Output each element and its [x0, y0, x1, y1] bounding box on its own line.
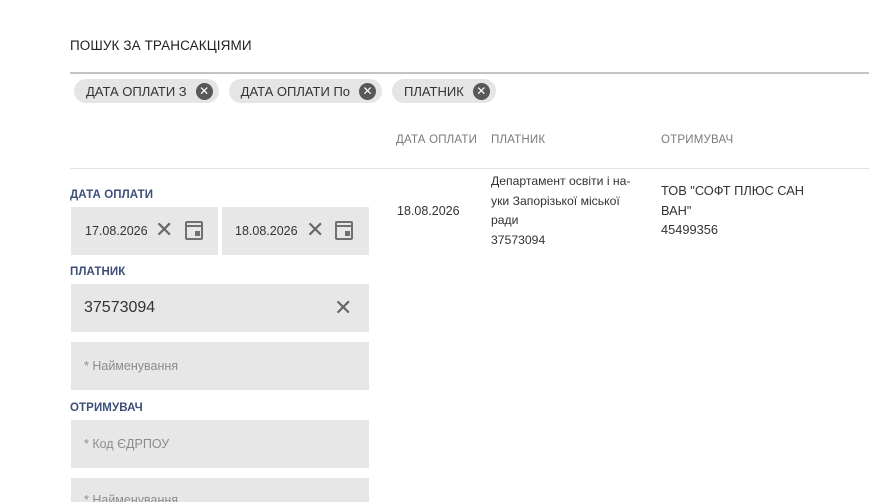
recipient-name-field[interactable]: * Найменування [71, 478, 369, 502]
payer-name-placeholder: * Найменування [84, 359, 179, 373]
close-circle-icon[interactable]: ✕ [195, 82, 213, 100]
column-header-date[interactable]: ДАТА ОПЛАТИ [396, 134, 477, 146]
payer-code: 37573094 [491, 232, 546, 247]
payer-code-field[interactable]: 37573094 [71, 284, 369, 332]
row-payment-date: 18.08.2026 [397, 204, 460, 218]
filter-chip-date-to[interactable]: ДАТА ОПЛАТИ По ✕ [228, 79, 383, 103]
calendar-icon[interactable] [335, 221, 353, 240]
payer-name-line: Департамент освіти і на- [491, 174, 631, 188]
payer-name-field[interactable]: * Найменування [71, 342, 369, 390]
close-icon[interactable]: ✕ [306, 218, 324, 242]
filter-chip-payer[interactable]: ПЛАТНИК ✕ [392, 79, 496, 103]
filter-chip-label: ПЛАТНИК [404, 83, 464, 99]
filter-chip-label: ДАТА ОПЛАТИ По [240, 83, 351, 99]
date-to-value: 18.08.2026 [235, 224, 298, 238]
recipient-name-placeholder: * Найменування [84, 493, 179, 502]
close-icon[interactable]: ✕ [155, 218, 173, 242]
column-header-recipient[interactable]: ОТРИМУВАЧ [661, 134, 733, 146]
recipient-name-line: ТОВ "СОФТ ПЛЮС САН [661, 183, 805, 198]
payment-date-label: ДАТА ОПЛАТИ [70, 189, 154, 201]
recipient-code-placeholder: * Код ЄДРПОУ [84, 437, 170, 451]
row-recipient: ТОВ "СОФТ ПЛЮС САН ВАН" 45499356 [661, 181, 831, 240]
payer-code-value: 37573094 [84, 299, 156, 316]
row-payer: Департамент освіти і на- уки Запорізької… [491, 172, 653, 250]
filter-chip-date-from[interactable]: ДАТА ОПЛАТИ З ✕ [74, 79, 219, 103]
filter-chip-label: ДАТА ОПЛАТИ З [86, 83, 187, 99]
close-circle-icon[interactable]: ✕ [472, 82, 490, 100]
close-icon[interactable]: ✕ [334, 296, 352, 320]
page-title: ПОШУК ЗА ТРАНСАКЦІЯМИ [70, 38, 252, 53]
close-circle-icon[interactable]: ✕ [359, 82, 377, 100]
recipient-name-line: ВАН" [661, 202, 692, 218]
payer-name-line: уки Запорізької міської [491, 193, 620, 208]
table-header-divider [386, 168, 869, 169]
calendar-icon[interactable] [185, 221, 203, 240]
recipient-code-field[interactable]: * Код ЄДРПОУ [71, 420, 369, 468]
title-divider [70, 72, 869, 74]
filters-divider [70, 168, 386, 169]
payer-label: ПЛАТНИК [70, 266, 126, 278]
date-from-value: 17.08.2026 [85, 224, 148, 238]
recipient-label: ОТРИМУВАЧ [70, 402, 143, 414]
recipient-code: 45499356 [661, 222, 718, 237]
active-filter-chips: ДАТА ОПЛАТИ З ✕ ДАТА ОПЛАТИ По ✕ ПЛАТНИК… [74, 79, 496, 103]
payer-name-line: ради [491, 213, 519, 227]
column-header-payer[interactable]: ПЛАТНИК [491, 134, 545, 146]
